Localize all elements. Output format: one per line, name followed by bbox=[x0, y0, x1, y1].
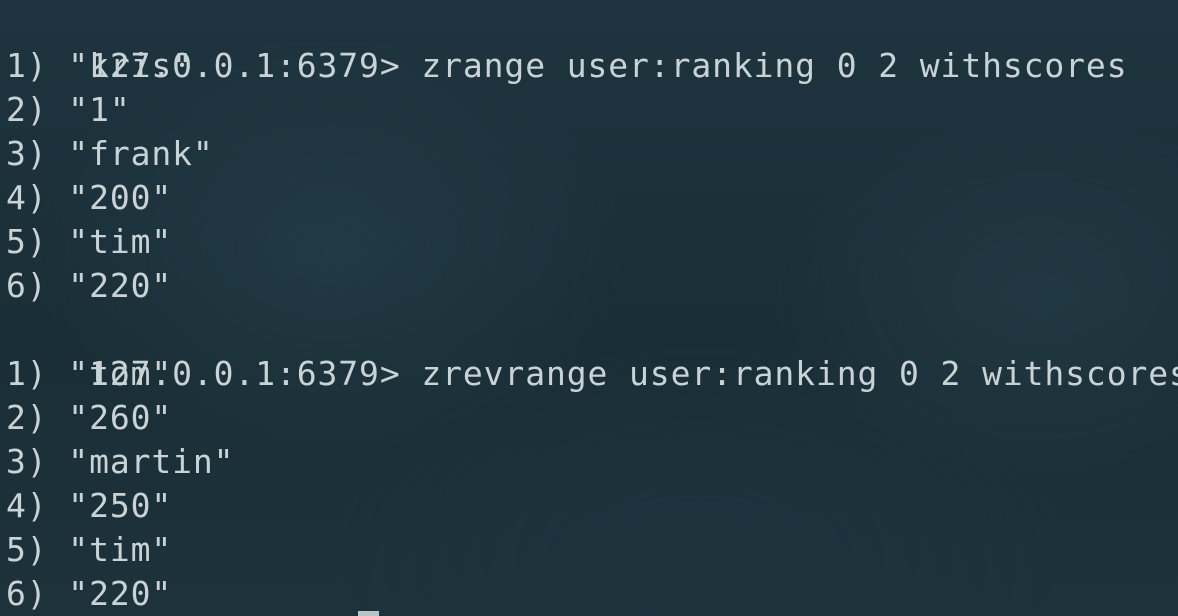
output-line: 3) "frank" bbox=[6, 134, 214, 173]
output-line: 3) "martin" bbox=[6, 442, 235, 481]
output-line: 2) "260" bbox=[6, 398, 173, 437]
terminal-window[interactable]: 127.0.0.1:6379> zrange user:ranking 0 2 … bbox=[0, 0, 1178, 616]
prompt-line: 127.0.0.1:6379> zrange user:ranking 0 2 … bbox=[6, 0, 1127, 85]
output-line: 1) "tom" bbox=[6, 354, 173, 393]
command-text: zrevrange user:ranking 0 2 withscores bbox=[400, 354, 1178, 393]
output-line: 6) "220" bbox=[6, 574, 173, 613]
output-line: 4) "250" bbox=[6, 486, 173, 525]
text-cursor bbox=[358, 611, 379, 616]
prompt-line: 127.0.0.1:6379> zrevrange user:ranking 0… bbox=[6, 308, 1178, 393]
command-text: zrange user:ranking 0 2 withscores bbox=[400, 46, 1128, 85]
output-line: 2) "1" bbox=[6, 90, 131, 129]
output-line: 4) "200" bbox=[6, 178, 173, 217]
output-line: 1) "kris" bbox=[6, 46, 193, 85]
output-line: 5) "tim" bbox=[6, 530, 173, 569]
output-line: 6) "220" bbox=[6, 266, 173, 305]
output-line: 5) "tim" bbox=[6, 222, 173, 261]
